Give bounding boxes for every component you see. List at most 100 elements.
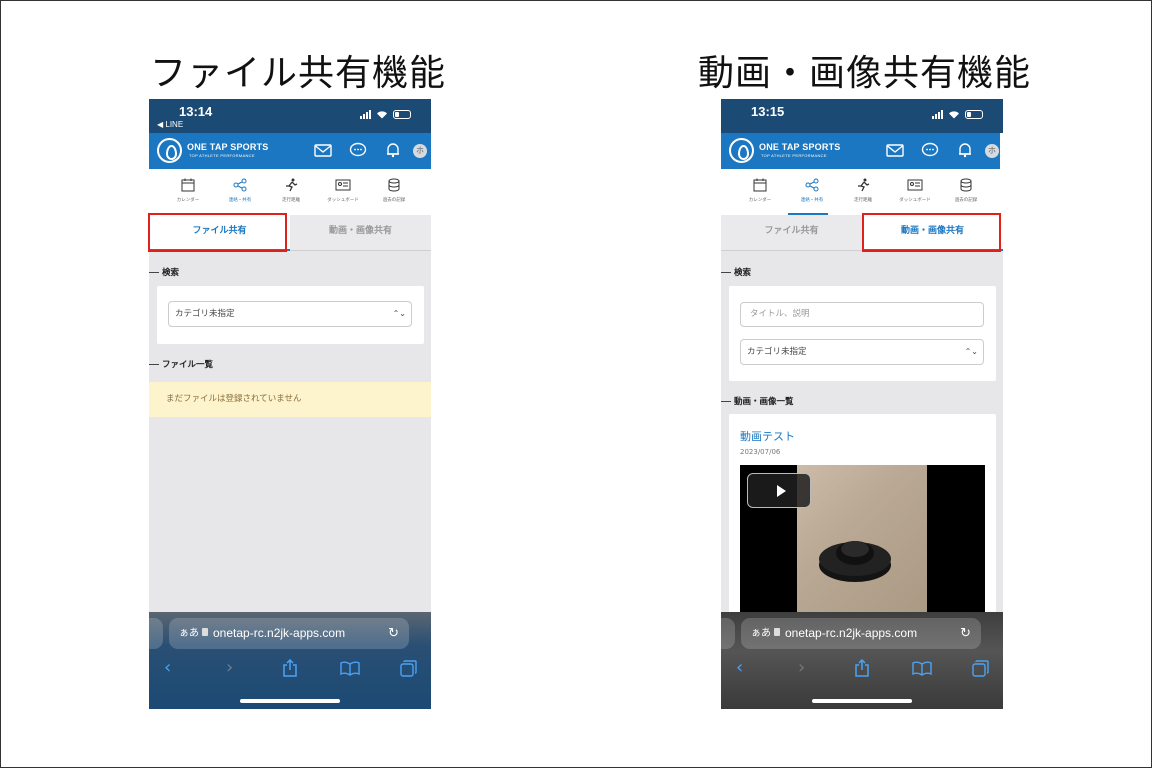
forward-icon[interactable]: › — [798, 657, 805, 678]
back-icon[interactable]: ‹ — [736, 657, 743, 678]
tab-records[interactable]: 過去の記録 — [368, 169, 420, 215]
search-card: タイトル、説明 カテゴリ未指定 ⌃⌄ — [729, 286, 996, 381]
reload-icon[interactable]: ↻ — [388, 618, 399, 649]
one-tap-sports-logo-icon — [729, 138, 754, 163]
tab-share[interactable]: 連絡・共有 — [786, 169, 838, 215]
tab-share[interactable]: 連絡・共有 — [214, 169, 266, 215]
tab-label: カレンダー — [748, 197, 772, 202]
dashboard-icon — [335, 179, 351, 191]
tab-file-share[interactable]: ファイル共有 — [721, 215, 862, 250]
scroll-indicator — [1000, 133, 1003, 169]
empty-notice: まだファイルは登録されていません — [149, 382, 431, 417]
tabs-icon[interactable] — [400, 660, 417, 677]
share-icon — [805, 178, 819, 192]
bookmarks-icon[interactable] — [340, 661, 360, 676]
share-icon — [233, 178, 247, 192]
highlight-file-share-tab — [148, 213, 287, 252]
previous-tab-preview[interactable] — [149, 618, 163, 649]
phone-screenshot-file-share: 13:14 ◀ LINE ONE TAP SPORTS TOP ATHLETE … — [149, 99, 431, 709]
tab-calendar[interactable]: カレンダー — [734, 169, 786, 215]
chat-icon[interactable] — [921, 142, 939, 158]
lock-icon — [774, 628, 780, 636]
tab-records[interactable]: 過去の記録 — [940, 169, 992, 215]
wifi-icon — [948, 110, 960, 119]
bell-icon[interactable] — [384, 142, 402, 158]
tab-label: 走行距離 — [282, 197, 300, 202]
video-title-link[interactable]: 動画テスト — [740, 428, 795, 444]
signal-icon — [360, 110, 371, 119]
home-indicator — [240, 699, 340, 703]
category-select[interactable]: カテゴリ未指定 ⌃⌄ — [740, 339, 984, 365]
safari-toolbar: ぁあ onetap-rc.n2jk-apps.com ↻ ‹ › — [149, 612, 431, 709]
phone-screenshot-media-share: 13:15 ONE TAP SPORTS TOP ATHLETE PERFORM… — [721, 99, 1003, 709]
search-heading: 検索 — [721, 266, 751, 278]
file-list-heading: ファイル一覧 — [149, 358, 213, 370]
media-list-heading: 動画・画像一覧 — [721, 395, 794, 407]
mail-icon[interactable] — [886, 142, 904, 158]
avatar[interactable]: ホ — [413, 144, 427, 158]
chat-icon[interactable] — [349, 142, 367, 158]
battery-icon — [393, 110, 411, 119]
share-sheet-icon[interactable] — [854, 659, 870, 677]
main-tab-bar: カレンダー 連絡・共有 走行距離 ダッシュボード 過去の記録 — [721, 169, 1003, 215]
video-subject-image — [819, 541, 891, 582]
status-time: 13:15 — [751, 104, 785, 119]
back-icon[interactable]: ‹ — [164, 657, 171, 678]
back-to-line-link[interactable]: ◀ LINE — [157, 120, 183, 129]
tab-distance[interactable]: 走行距離 — [837, 169, 889, 215]
address-bar[interactable]: ぁあ onetap-rc.n2jk-apps.com ↻ — [741, 618, 981, 649]
media-item-card: 動画テスト 2023/07/06 — [729, 414, 996, 625]
title-search-input[interactable]: タイトル、説明 — [740, 302, 984, 327]
status-bar: 13:15 — [721, 99, 1003, 133]
tab-label: 連絡・共有 — [228, 197, 252, 202]
forward-icon[interactable]: › — [226, 657, 233, 678]
select-arrows-icon: ⌃⌄ — [392, 309, 406, 318]
tab-media-share[interactable]: 動画・画像共有 — [290, 215, 431, 250]
tab-calendar[interactable]: カレンダー — [162, 169, 214, 215]
address-bar[interactable]: ぁあ onetap-rc.n2jk-apps.com ↻ — [169, 618, 409, 649]
database-icon — [388, 178, 400, 192]
text-size-button[interactable]: ぁあ — [179, 618, 199, 649]
video-player[interactable] — [740, 465, 985, 625]
url-text: onetap-rc.n2jk-apps.com — [785, 626, 918, 640]
category-select[interactable]: カテゴリ未指定 ⌃⌄ — [168, 301, 412, 327]
tab-dashboard[interactable]: ダッシュボード — [317, 169, 369, 215]
share-sheet-icon[interactable] — [282, 659, 298, 677]
select-arrows-icon: ⌃⌄ — [964, 347, 978, 356]
tabs-icon[interactable] — [972, 660, 989, 677]
tab-label: 過去の記録 — [954, 197, 978, 202]
tab-label: 走行距離 — [854, 197, 872, 202]
video-date: 2023/07/06 — [740, 448, 781, 456]
caption-file-share: ファイル共有機能 — [150, 53, 447, 94]
runner-icon — [286, 178, 298, 192]
video-thumbnail — [797, 465, 927, 625]
tab-label: ダッシュボード — [899, 197, 931, 202]
logo-text: ONE TAP SPORTS — [187, 142, 269, 152]
main-tab-bar: カレンダー 連絡・共有 走行距離 ダッシュボード 過去の記録 — [149, 169, 431, 215]
tab-label: カレンダー — [176, 197, 200, 202]
tab-dashboard[interactable]: ダッシュボード — [889, 169, 941, 215]
highlight-media-share-tab — [862, 213, 1001, 252]
previous-tab-preview[interactable] — [721, 618, 735, 649]
play-button[interactable] — [747, 473, 811, 508]
mail-icon[interactable] — [314, 142, 332, 158]
bookmarks-icon[interactable] — [912, 661, 932, 676]
category-select-value: カテゴリ未指定 — [175, 309, 235, 319]
safari-toolbar: ぁあ onetap-rc.n2jk-apps.com ↻ ‹ › — [721, 612, 1003, 709]
app-header: ONE TAP SPORTS TOP ATHLETE PERFORMANCE ホ — [721, 133, 1003, 169]
avatar[interactable]: ホ — [985, 144, 999, 158]
logo-subtitle: TOP ATHLETE PERFORMANCE — [761, 153, 827, 158]
reload-icon[interactable]: ↻ — [960, 618, 971, 649]
status-bar: 13:14 ◀ LINE — [149, 99, 431, 133]
calendar-icon — [181, 178, 195, 192]
battery-icon — [965, 110, 983, 119]
tab-label: ダッシュボード — [327, 197, 359, 202]
safari-nav: ‹ › — [721, 657, 1003, 681]
tab-distance[interactable]: 走行距離 — [265, 169, 317, 215]
safari-nav: ‹ › — [149, 657, 431, 681]
bell-icon[interactable] — [956, 142, 974, 158]
logo-subtitle: TOP ATHLETE PERFORMANCE — [189, 153, 255, 158]
search-card: カテゴリ未指定 ⌃⌄ — [157, 286, 424, 344]
caption-media-share: 動画・画像共有機能 — [698, 53, 1032, 94]
text-size-button[interactable]: ぁあ — [751, 618, 771, 649]
